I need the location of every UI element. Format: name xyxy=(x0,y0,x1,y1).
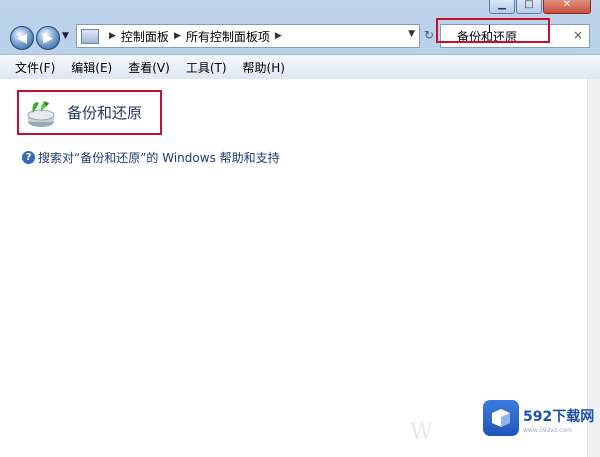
help-search-link[interactable]: ? 搜索对“备份和还原”的 Windows 帮助和支持 xyxy=(22,149,280,166)
site-watermark: 592下载网 www.592xz.com xyxy=(483,400,600,457)
minimize-icon: ▁ xyxy=(498,0,506,10)
forward-arrow-icon: ▶ xyxy=(43,30,53,46)
close-icon: ✕ xyxy=(562,0,572,10)
clear-search-icon[interactable]: × xyxy=(573,28,583,42)
close-button[interactable]: ✕ xyxy=(543,0,591,14)
menu-tools[interactable]: 工具(T) xyxy=(178,59,235,76)
search-highlight-box xyxy=(436,18,550,43)
backup-restore-icon xyxy=(27,100,55,127)
menu-view[interactable]: 查看(V) xyxy=(120,59,178,76)
refresh-icon[interactable]: ↻ xyxy=(424,28,434,42)
maximize-button[interactable]: □ xyxy=(516,0,542,14)
help-search-text[interactable]: 搜索对“备份和还原”的 Windows 帮助和支持 xyxy=(38,149,280,166)
menu-file[interactable]: 文件(F) xyxy=(0,59,63,76)
breadcrumb-control-panel[interactable]: 控制面板 xyxy=(121,28,169,45)
breadcrumb-separator-icon[interactable]: ▶ xyxy=(275,31,282,41)
back-button[interactable]: ◀ xyxy=(10,26,34,50)
back-arrow-icon: ◀ xyxy=(17,30,27,46)
breadcrumb-all-items[interactable]: 所有控制面板项 xyxy=(186,28,270,45)
windows-logo-watermark: W xyxy=(410,420,433,445)
brand-cube-icon xyxy=(483,400,519,436)
maximize-icon: □ xyxy=(524,0,534,10)
address-bar[interactable]: ▶ 控制面板 ▶ 所有控制面板项 ▶ ▼ xyxy=(76,24,420,48)
result-title[interactable]: 备份和还原 xyxy=(67,102,142,123)
explorer-window: ▁ □ ✕ ◀ ▶ ▼ ▶ 控制面板 ▶ 所有控制面板项 ▶ ▼ ↻ 备份和还原… xyxy=(0,0,600,457)
menu-help[interactable]: 帮助(H) xyxy=(235,59,293,76)
text-cursor-icon: I xyxy=(488,24,491,35)
help-icon: ? xyxy=(22,151,35,164)
title-bar: ▁ □ ✕ xyxy=(0,0,600,20)
menu-edit[interactable]: 编辑(E) xyxy=(63,59,120,76)
breadcrumb-separator-icon[interactable]: ▶ xyxy=(109,31,116,41)
breadcrumb-separator-icon[interactable]: ▶ xyxy=(174,31,181,41)
brand-name: 592下载网 xyxy=(523,409,595,425)
forward-button[interactable]: ▶ xyxy=(36,26,60,50)
search-result-backup-restore[interactable]: 备份和还原 xyxy=(17,90,162,135)
recent-pages-dropdown[interactable]: ▼ xyxy=(62,31,69,41)
control-panel-icon xyxy=(81,28,99,44)
menu-bar: 文件(F) 编辑(E) 查看(V) 工具(T) 帮助(H) xyxy=(0,54,600,80)
address-dropdown-icon[interactable]: ▼ xyxy=(408,29,415,39)
minimize-button[interactable]: ▁ xyxy=(489,0,515,14)
brand-site: www.592xz.com xyxy=(523,427,572,434)
